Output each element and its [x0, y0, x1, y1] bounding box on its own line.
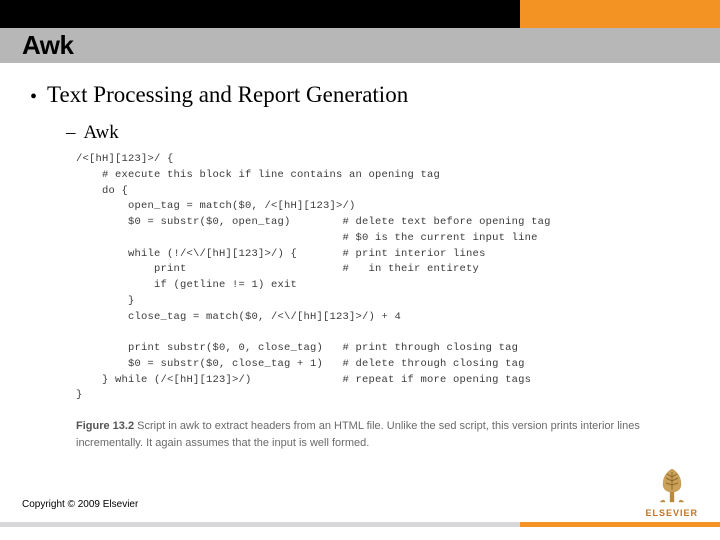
- title-bar: Awk: [0, 28, 720, 63]
- bullet-level-1-text: Text Processing and Report Generation: [47, 82, 408, 112]
- copyright-text: Copyright © 2009 Elsevier: [22, 499, 138, 510]
- code-block: /<[hH][123]>/ { # execute this block if …: [76, 152, 690, 404]
- top-orange-accent: [520, 0, 720, 28]
- bullet-dash-icon: –: [66, 122, 76, 144]
- slide-title: Awk: [22, 30, 74, 61]
- bullet-level-1: • Text Processing and Report Generation: [30, 82, 690, 112]
- slide: Awk • Text Processing and Report Generat…: [0, 0, 720, 540]
- bottom-orange-accent: [520, 522, 720, 527]
- bullet-level-2: – Awk: [66, 122, 690, 144]
- bullet-dot-icon: •: [30, 82, 37, 112]
- figure-caption: Figure 13.2 Script in awk to extract hea…: [76, 418, 666, 451]
- figure-caption-text: Script in awk to extract headers from an…: [76, 420, 640, 449]
- tree-icon: [651, 464, 693, 506]
- bullet-level-2-text: Awk: [84, 122, 119, 144]
- publisher-logo-text: ELSEVIER: [645, 508, 698, 518]
- figure-number: Figure 13.2: [76, 420, 134, 432]
- slide-body: • Text Processing and Report Generation …: [0, 78, 720, 451]
- publisher-logo: ELSEVIER: [645, 464, 698, 518]
